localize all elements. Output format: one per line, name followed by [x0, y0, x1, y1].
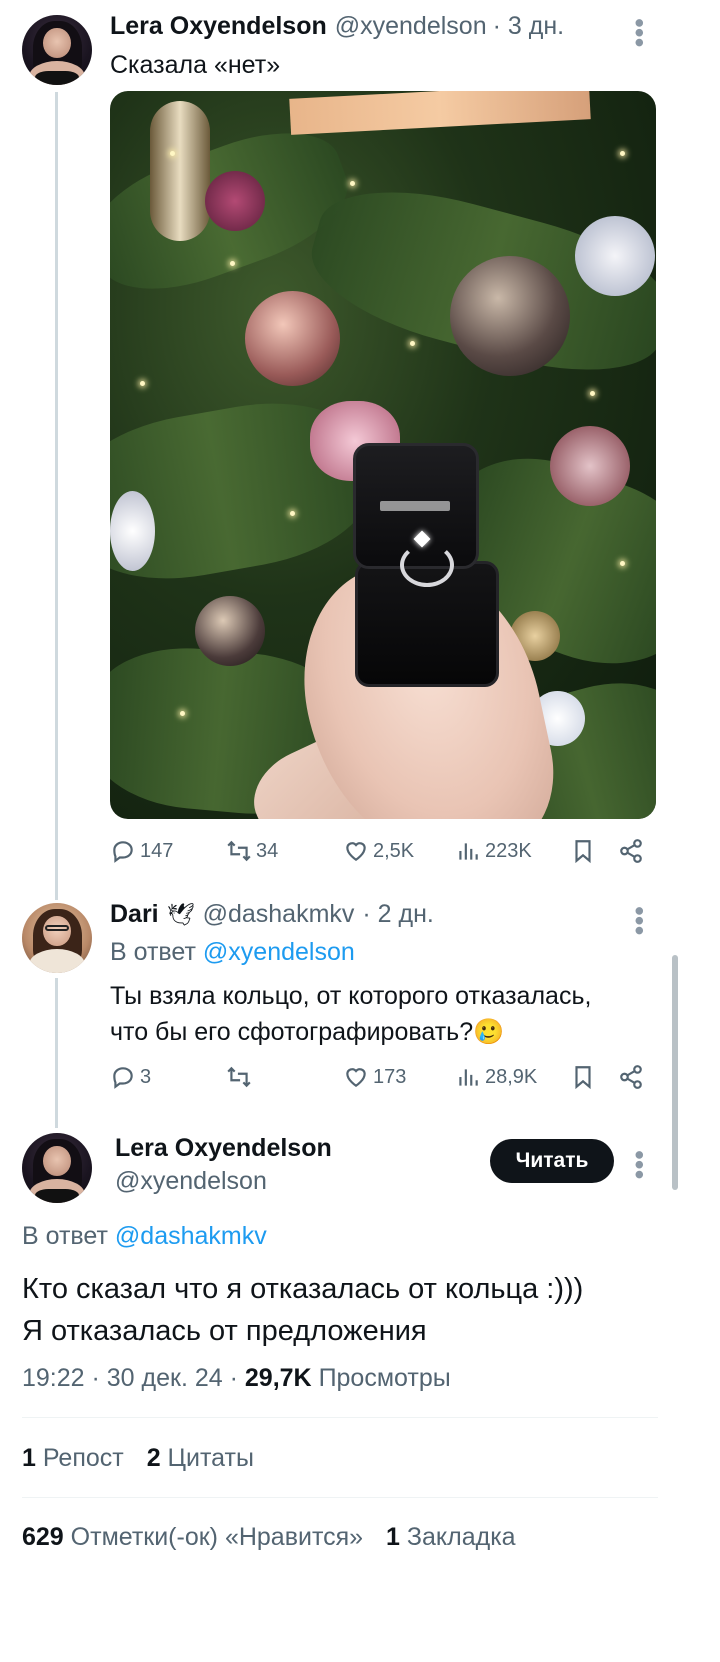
timestamp[interactable]: 19:22 · 30 дек. 24 · [22, 1364, 238, 1392]
repost-count: 34 [256, 839, 279, 862]
tweet-text: Сказала «нет» [110, 51, 281, 79]
tweet-header: Lera Oxyendelson @xyendelson · 3 дн. [110, 12, 564, 41]
tweet-time[interactable]: · 2 дн. [362, 900, 433, 929]
like-button[interactable]: 2,5K [343, 838, 414, 864]
tweet-text-line: Я отказалась от предложения [22, 1315, 427, 1347]
thread-line [55, 978, 58, 1128]
author-name[interactable]: Lera Oxyendelson [110, 12, 327, 41]
divider [22, 1497, 658, 1498]
reposts-label: Репост [42, 1444, 124, 1472]
reply-to-link[interactable]: @dashakmkv [115, 1222, 267, 1250]
repost-button[interactable] [226, 1064, 256, 1090]
reply-button[interactable]: 147 [110, 838, 173, 864]
tweet-header: Dari 🕊 @dashakmkv · 2 дн. [110, 900, 434, 929]
more-icon[interactable]: ••• [624, 18, 655, 47]
views-count: 28,9K [485, 1065, 538, 1088]
bookmarks-link[interactable]: 1 Закладка [386, 1523, 516, 1551]
bookmark-button[interactable] [570, 1064, 596, 1090]
author-name[interactable]: Dari [110, 900, 159, 929]
quotes-label: Цитаты [167, 1444, 254, 1472]
likes-count: 629 [22, 1523, 64, 1551]
follow-button[interactable]: Читать [490, 1139, 614, 1183]
tweet-text: Ты взяла кольцо, от которого отказалась,… [110, 978, 591, 1050]
reply-count: 147 [140, 839, 174, 862]
bookmark-icon [575, 1066, 591, 1090]
share-icon [620, 1065, 642, 1089]
tweet-time[interactable]: · 3 дн. [493, 12, 564, 41]
more-icon[interactable]: ••• [624, 1150, 655, 1179]
bookmark-button[interactable] [570, 838, 596, 864]
reply-to-link[interactable]: @xyendelson [203, 938, 355, 966]
views-icon [459, 1069, 478, 1086]
share-icon [620, 839, 642, 863]
reply-count: 3 [140, 1065, 152, 1088]
reply-context: В ответ @dashakmkv [22, 1222, 267, 1251]
views-button[interactable]: 223K [455, 838, 532, 864]
share-button[interactable] [618, 1064, 644, 1090]
tweet-text-line: Ты взяла кольцо, от которого отказалась, [110, 982, 592, 1010]
tweet-photo[interactable] [110, 91, 656, 819]
like-count: 2,5K [373, 839, 415, 862]
reposts-link[interactable]: 1 Репост [22, 1444, 124, 1472]
likes-link[interactable]: 629 Отметки(-ок) «Нравится» [22, 1523, 363, 1551]
views-icon [459, 843, 478, 860]
quotes-link[interactable]: 2 Цитаты [147, 1444, 254, 1472]
reply-prefix: В ответ [22, 1222, 108, 1250]
author-handle[interactable]: @xyendelson [115, 1167, 267, 1196]
dove-emoji: 🕊 [166, 902, 195, 927]
tweet-text-line: что бы его сфотографировать?🥲 [110, 1018, 505, 1046]
bookmarks-label: Закладка [406, 1523, 516, 1551]
divider [22, 1417, 658, 1418]
like-count: 173 [373, 1065, 407, 1088]
avatar[interactable] [22, 15, 92, 85]
reply-icon [113, 841, 133, 863]
tweet-text-line: Кто сказал что я отказалась от кольца :)… [22, 1273, 584, 1305]
reply-prefix: В ответ [110, 938, 196, 966]
views-count: 223K [485, 839, 532, 862]
reply-context: В ответ @xyendelson [110, 938, 355, 967]
like-button[interactable]: 173 [343, 1064, 406, 1090]
reposts-count: 1 [22, 1444, 36, 1472]
views-label: Просмотры [318, 1364, 451, 1392]
repost-icon [227, 1066, 251, 1088]
engagement-row: 629 Отметки(-ок) «Нравится» 1 Закладка [22, 1523, 516, 1552]
author-name[interactable]: Lera Oxyendelson [115, 1134, 332, 1163]
views-button[interactable]: 28,9K [455, 1064, 537, 1090]
author-handle[interactable]: @dashakmkv [203, 900, 355, 929]
tweet-meta: 19:22 · 30 дек. 24 · 29,7K Просмотры [22, 1364, 451, 1393]
avatar[interactable] [22, 903, 92, 973]
heart-icon [346, 842, 366, 861]
reply-button[interactable]: 3 [110, 1064, 151, 1090]
avatar[interactable] [22, 1133, 92, 1203]
thread-line [55, 92, 58, 900]
reply-icon [113, 1067, 133, 1089]
author-handle[interactable]: @xyendelson [335, 12, 487, 41]
scrollbar[interactable] [672, 955, 678, 1190]
tweet-text: Кто сказал что я отказалась от кольца :)… [22, 1268, 583, 1352]
repost-icon [227, 840, 251, 862]
repost-button[interactable]: 34 [226, 838, 278, 864]
engagement-row: 1 Репост 2 Цитаты [22, 1444, 254, 1473]
views-total: 29,7K [244, 1364, 312, 1392]
bookmarks-count: 1 [386, 1523, 400, 1551]
heart-icon [346, 1068, 366, 1087]
quotes-count: 2 [146, 1444, 161, 1472]
bookmark-icon [575, 840, 591, 864]
share-button[interactable] [618, 838, 644, 864]
more-icon[interactable]: ••• [624, 906, 655, 935]
likes-label: Отметки(-ок) «Нравится» [70, 1523, 364, 1551]
